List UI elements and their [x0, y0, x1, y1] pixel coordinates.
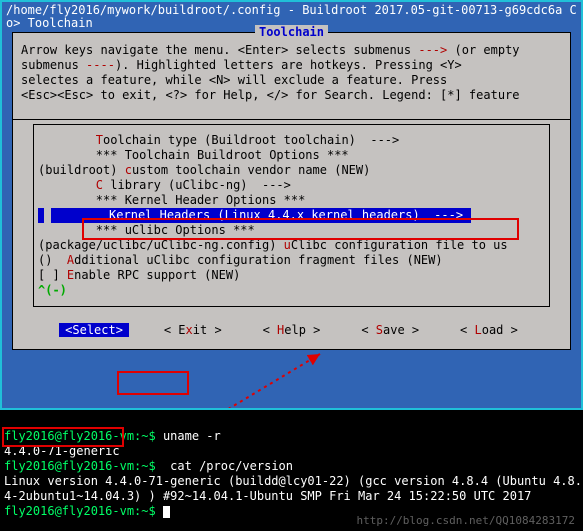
menu-item-toolchain-type[interactable]: Toolchain type (Buildroot toolchain) ---… [38, 133, 545, 148]
exit-button[interactable]: < Exit > [158, 323, 228, 337]
prompt: fly2016@fly2016-vm:~$ [4, 459, 163, 473]
config-dialog: Toolchain Arrow keys navigate the menu. … [12, 32, 571, 350]
menu-item-uclibc-config[interactable]: (package/uclibc/uClibc-ng.config) uClibc… [38, 238, 545, 253]
highlight-box-icon [117, 371, 189, 395]
menu-item-rpc-support[interactable]: [ ] Enable RPC support (NEW) [38, 268, 545, 283]
output-line: 4-2ubuntu1~14.04.3) ) #92~14.04.1-Ubuntu… [4, 489, 531, 503]
terminal-output[interactable]: fly2016@fly2016-vm:~$ uname -r 4.4.0-71-… [0, 408, 583, 531]
watermark: http://blog.csdn.net/QQ1084283172 [356, 513, 575, 528]
menu-heading: *** Kernel Header Options *** [38, 193, 545, 208]
prompt: fly2016@fly2016-vm:~$ [4, 504, 163, 518]
dialog-title: Toolchain [13, 25, 570, 39]
menu-item-c-library[interactable]: C library (uClibc-ng) ---> [38, 178, 545, 193]
command: cat /proc/version [163, 459, 293, 473]
menu-heading: *** uClibc Options *** [38, 223, 545, 238]
menu-list[interactable]: Toolchain type (Buildroot toolchain) ---… [33, 124, 550, 307]
output-line: 4.4.0-71-generic [4, 444, 120, 458]
button-bar: <Select> < Exit > < Help > < Save > < Lo… [13, 317, 570, 339]
cursor-icon [163, 506, 170, 518]
menu-item-kernel-headers[interactable]: Kernel Headers (Linux 4.4.x kernel heade… [38, 208, 545, 223]
menu-item-vendor-name[interactable]: (buildroot) custom toolchain vendor name… [38, 163, 545, 178]
command: uname -r [163, 429, 221, 443]
divider [13, 119, 570, 120]
select-button[interactable]: <Select> [59, 323, 129, 337]
save-button[interactable]: < Save > [355, 323, 425, 337]
load-button[interactable]: < Load > [454, 323, 524, 337]
help-text: Arrow keys navigate the menu. <Enter> se… [13, 39, 570, 111]
prompt: fly2016@fly2016-vm:~$ [4, 429, 163, 443]
menu-item-additional-fragments[interactable]: () Additional uClibc configuration fragm… [38, 253, 545, 268]
output-line: Linux version 4.4.0-71-generic (buildd@l… [4, 474, 582, 488]
help-button[interactable]: < Help > [257, 323, 327, 337]
menu-heading: *** Toolchain Buildroot Options *** [38, 148, 545, 163]
scroll-indicator: ^(-) [38, 283, 545, 298]
